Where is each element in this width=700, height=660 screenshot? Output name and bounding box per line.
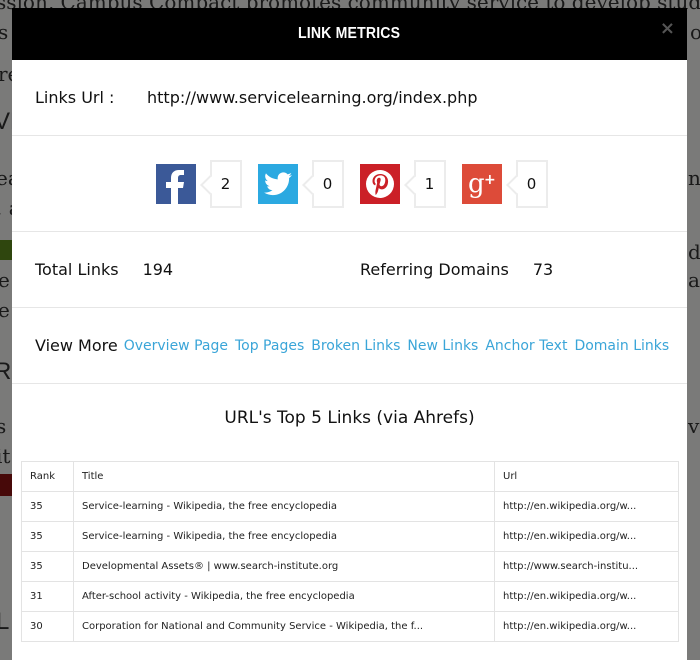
svg-text:g: g (468, 169, 485, 199)
title-cell: Service-learning - Wikipedia, the free e… (73, 521, 495, 552)
total-links-label: Total Links (35, 260, 119, 279)
svg-text:+: + (484, 172, 496, 188)
table-row: 31 After-school activity - Wikipedia, th… (21, 581, 679, 612)
google-plus-count: 0 (515, 159, 548, 208)
rank-cell: 35 (21, 551, 74, 582)
overview-page-link[interactable]: Overview Page (124, 338, 228, 354)
table-header-row: Rank Title Url (21, 461, 679, 492)
pinterest-count: 1 (413, 159, 446, 208)
title-cell: Corporation for National and Community S… (73, 611, 495, 642)
social-item-google-plus: g + 0 (461, 159, 548, 208)
view-more-row: View More Overview Page Top Pages Broken… (12, 308, 687, 384)
links-url-row: Links Url : http://www.servicelearning.o… (12, 60, 687, 136)
close-icon[interactable]: × (660, 18, 675, 39)
links-url-value: http://www.servicelearning.org/index.php (147, 88, 478, 107)
pinterest-icon[interactable] (359, 163, 400, 204)
anchor-text-link[interactable]: Anchor Text (485, 338, 567, 354)
rank-cell: 31 (21, 581, 74, 612)
rank-cell: 35 (21, 491, 74, 522)
facebook-icon[interactable] (155, 163, 196, 204)
new-links-link[interactable]: New Links (407, 338, 478, 354)
domain-links-link[interactable]: Domain Links (574, 338, 669, 354)
twitter-count: 0 (311, 159, 344, 208)
social-item-twitter: 0 (257, 159, 344, 208)
google-plus-icon[interactable]: g + (461, 163, 502, 204)
broken-links-link[interactable]: Broken Links (311, 338, 400, 354)
modal-title: LINK METRICS (298, 25, 401, 42)
column-header-title[interactable]: Title (73, 461, 495, 492)
modal-header: LINK METRICS × (12, 8, 687, 60)
url-cell[interactable]: http://en.wikipedia.org/w... (494, 611, 679, 642)
rank-cell: 30 (21, 611, 74, 642)
column-header-rank[interactable]: Rank (21, 461, 74, 492)
totals-row: Total Links 194 Referring Domains 73 (12, 232, 687, 308)
title-cell: Developmental Assets® | www.search-insti… (73, 551, 495, 582)
url-cell[interactable]: http://en.wikipedia.org/w... (494, 521, 679, 552)
url-cell[interactable]: http://en.wikipedia.org/w... (494, 581, 679, 612)
top-links-table: Rank Title Url 35 Service-learning - Wik… (21, 461, 679, 642)
top-pages-link[interactable]: Top Pages (235, 338, 304, 354)
facebook-count: 2 (209, 159, 242, 208)
table-row: 30 Corporation for National and Communit… (21, 611, 679, 642)
social-counts: 2 0 1 g + 0 (12, 136, 687, 232)
table-row: 35 Service-learning - Wikipedia, the fre… (21, 491, 679, 522)
referring-domains-value: 73 (532, 260, 554, 279)
twitter-icon[interactable] (257, 163, 298, 204)
url-cell[interactable]: http://www.search-institu... (494, 551, 679, 582)
table-row: 35 Developmental Assets® | www.search-in… (21, 551, 679, 582)
top-links-title: URL's Top 5 Links (via Ahrefs) (224, 408, 475, 428)
table-row: 35 Service-learning - Wikipedia, the fre… (21, 521, 679, 552)
url-cell[interactable]: http://en.wikipedia.org/w... (494, 491, 679, 522)
total-links-value: 194 (142, 260, 174, 279)
view-more-label: View More (35, 336, 118, 355)
column-header-url[interactable]: Url (494, 461, 679, 492)
referring-domains-label: Referring Domains (360, 260, 509, 279)
link-metrics-modal: LINK METRICS × Links Url : http://www.se… (12, 8, 687, 660)
social-item-facebook: 2 (155, 159, 242, 208)
referring-domains-stat: Referring Domains 73 (360, 260, 553, 279)
rank-cell: 35 (21, 521, 74, 552)
social-item-pinterest: 1 (359, 159, 446, 208)
title-cell: Service-learning - Wikipedia, the free e… (73, 491, 495, 522)
title-cell: After-school activity - Wikipedia, the f… (73, 581, 495, 612)
links-url-label: Links Url : (35, 88, 115, 107)
total-links-stat: Total Links 194 (35, 260, 360, 279)
